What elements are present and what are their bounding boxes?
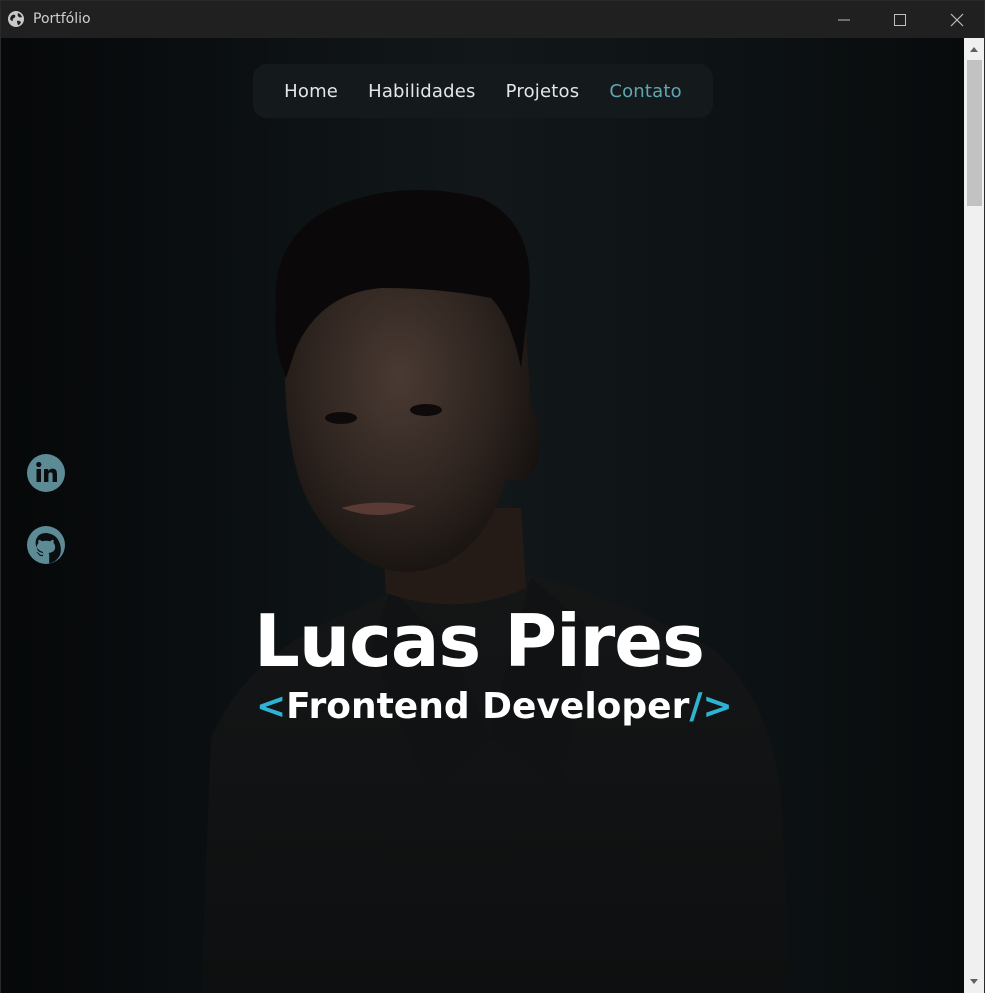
linkedin-icon: [27, 454, 65, 492]
maximize-button[interactable]: [871, 1, 928, 38]
nav-link-projetos[interactable]: Projetos: [506, 81, 580, 102]
role-close-bracket: />: [689, 686, 733, 727]
nav-link-habilidades[interactable]: Habilidades: [368, 81, 476, 102]
close-icon: [950, 13, 963, 26]
close-button[interactable]: [928, 1, 985, 38]
nav-link-home[interactable]: Home: [284, 81, 338, 102]
chevron-up-icon: [970, 47, 978, 52]
hero-name: Lucas Pires: [254, 599, 705, 683]
top-navbar: Home Habilidades Projetos Contato: [253, 64, 713, 118]
maximize-icon: [893, 13, 906, 26]
minimize-button[interactable]: [815, 1, 872, 38]
title-bar: Portfólio: [1, 1, 984, 38]
vertical-scrollbar[interactable]: [964, 38, 984, 993]
browser-window: Portfólio Home Habilidades Projetos Cont…: [0, 0, 985, 993]
profile-photo: [201, 190, 791, 993]
scroll-up-button[interactable]: [964, 40, 984, 58]
github-icon: [27, 526, 65, 564]
scroll-thumb[interactable]: [967, 60, 982, 206]
page-viewport: Home Habilidades Projetos Contato Lucas …: [1, 38, 964, 993]
globe-icon: [8, 11, 24, 27]
minimize-icon: [837, 19, 850, 20]
role-text: Frontend Developer: [286, 686, 690, 727]
nav-link-contato[interactable]: Contato: [609, 81, 682, 102]
chevron-down-icon: [970, 979, 978, 984]
hero-role: <Frontend Developer/>: [256, 684, 733, 730]
window-title: Portfólio: [33, 11, 91, 27]
github-link[interactable]: [26, 525, 66, 565]
scroll-down-button[interactable]: [964, 973, 984, 991]
linkedin-link[interactable]: [26, 453, 66, 493]
role-open-bracket: <: [256, 686, 287, 727]
